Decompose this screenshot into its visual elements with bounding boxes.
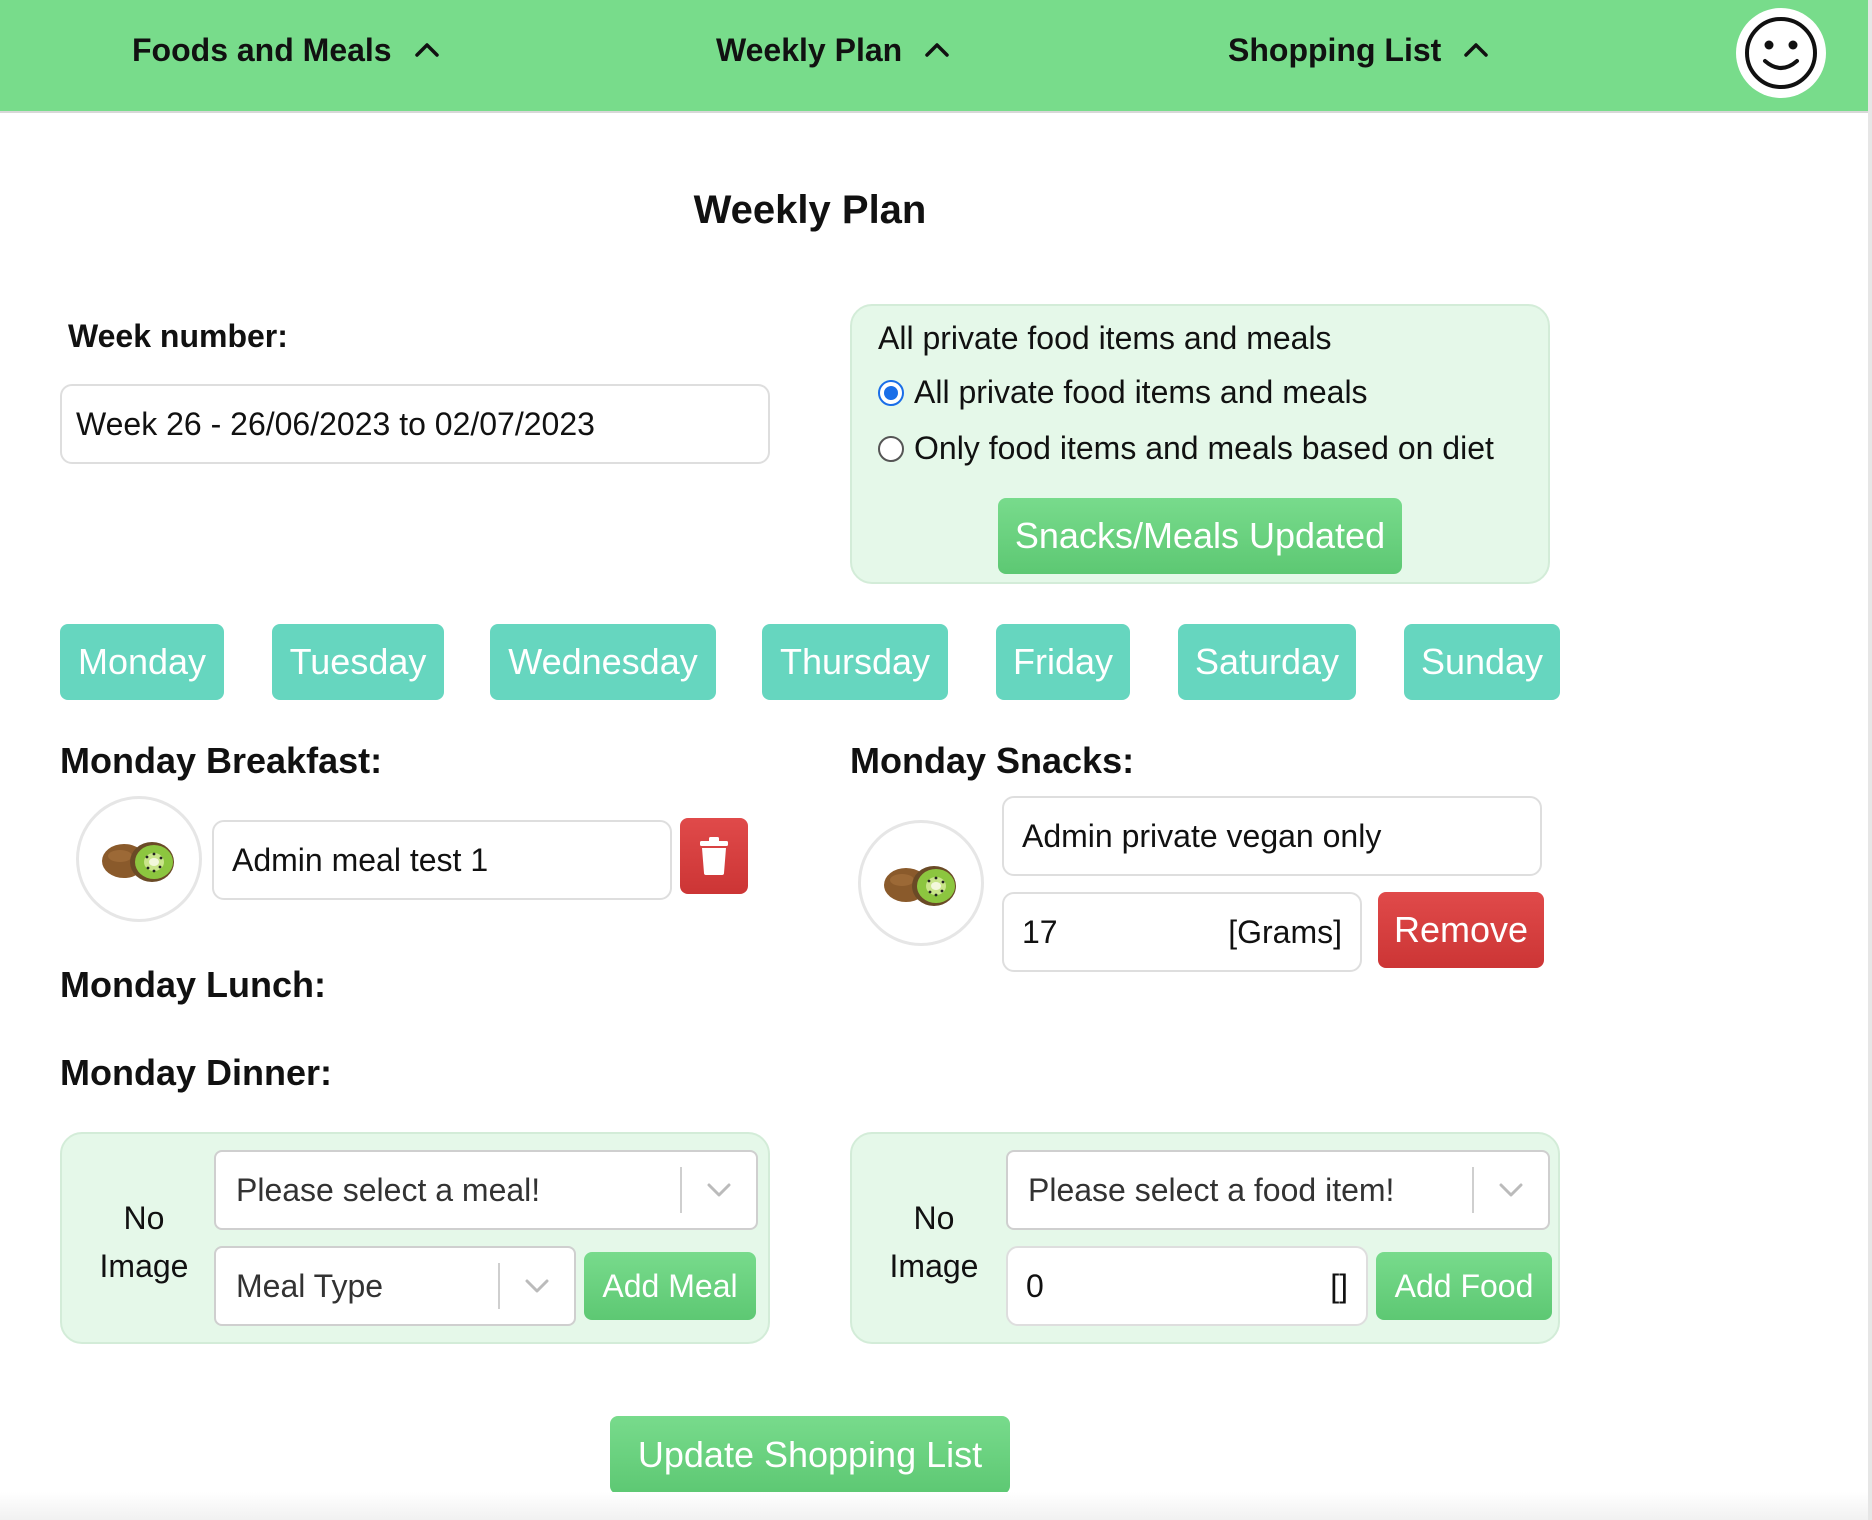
breakfast-item-field[interactable]: Admin meal test 1 bbox=[212, 820, 672, 900]
page-title: Weekly Plan bbox=[693, 188, 927, 232]
chevron-down-icon[interactable] bbox=[1474, 1183, 1548, 1197]
weekly-plan-page: Foods and Meals Weekly Plan Shopping Lis… bbox=[0, 0, 1872, 1520]
week-number-value: Week 26 - 26/06/2023 to 02/07/2023 bbox=[76, 405, 595, 442]
chevron-down-icon[interactable] bbox=[500, 1279, 574, 1293]
breakfast-item-image bbox=[76, 796, 202, 922]
trash-icon bbox=[700, 837, 728, 875]
meal-select-dropdown[interactable]: Please select a meal! bbox=[214, 1150, 758, 1230]
food-no-image-line2: Image bbox=[889, 1248, 979, 1284]
top-navigation-bar: Foods and Meals Weekly Plan Shopping Lis… bbox=[0, 0, 1870, 113]
meal-select-placeholder: Please select a meal! bbox=[236, 1171, 541, 1208]
filter-panel-title: All private food items and meals bbox=[878, 320, 1332, 356]
tab-saturday[interactable]: Saturday bbox=[1178, 624, 1356, 700]
lunch-heading: Monday Lunch: bbox=[60, 964, 326, 1005]
nav-weekly-plan-label: Weekly Plan bbox=[716, 31, 903, 68]
food-quantity-field[interactable]: 0 [] bbox=[1006, 1246, 1368, 1326]
food-quantity-unit: [] bbox=[1330, 1267, 1348, 1304]
food-filter-panel: All private food items and meals All pri… bbox=[850, 304, 1550, 584]
food-select-dropdown[interactable]: Please select a food item! bbox=[1006, 1150, 1550, 1230]
breakfast-delete-button[interactable] bbox=[680, 818, 748, 894]
radio-all-selected[interactable] bbox=[878, 379, 904, 406]
snack-quantity-value: 17 bbox=[1022, 913, 1058, 950]
meal-type-dropdown[interactable]: Meal Type bbox=[214, 1246, 576, 1326]
breakfast-heading: Monday Breakfast: bbox=[60, 740, 383, 781]
dinner-heading: Monday Dinner: bbox=[60, 1052, 333, 1093]
breakfast-item-name: Admin meal test 1 bbox=[232, 841, 489, 878]
chevron-down-icon[interactable] bbox=[682, 1183, 756, 1197]
meal-no-image-line2: Image bbox=[99, 1248, 189, 1284]
snack-item-name: Admin private vegan only bbox=[1022, 817, 1382, 854]
nav-weekly-plan[interactable]: Weekly Plan bbox=[716, 0, 950, 100]
tab-friday[interactable]: Friday bbox=[996, 624, 1130, 700]
food-no-image: No Image bbox=[874, 1194, 994, 1290]
add-meal-button[interactable]: Add Meal bbox=[584, 1252, 756, 1320]
add-food-panel: No Image Please select a food item! 0 []… bbox=[850, 1132, 1560, 1344]
kiwi-image bbox=[884, 866, 956, 906]
filter-option-all-label: All private food items and meals bbox=[914, 374, 1368, 410]
filter-option-diet[interactable]: Only food items and meals based on diet bbox=[878, 430, 1494, 467]
meal-type-placeholder: Meal Type bbox=[236, 1267, 384, 1304]
snack-quantity-field[interactable]: 17 [Grams] bbox=[1002, 892, 1362, 972]
user-avatar-button[interactable] bbox=[1736, 8, 1826, 98]
nav-shopping-list-label: Shopping List bbox=[1228, 31, 1442, 68]
snack-remove-button[interactable]: Remove bbox=[1378, 892, 1544, 968]
kiwi-image bbox=[102, 842, 174, 882]
tab-wednesday[interactable]: Wednesday bbox=[490, 624, 716, 700]
meal-no-image: No Image bbox=[84, 1194, 204, 1290]
add-food-button[interactable]: Add Food bbox=[1376, 1252, 1552, 1320]
week-number-label: Week number: bbox=[68, 318, 288, 354]
nav-foods-and-meals-label: Foods and Meals bbox=[132, 31, 392, 68]
snacks-meals-updated-button[interactable]: Snacks/Meals Updated bbox=[998, 498, 1402, 574]
food-quantity-value: 0 bbox=[1026, 1267, 1044, 1304]
food-select-placeholder: Please select a food item! bbox=[1028, 1171, 1395, 1208]
radio-diet[interactable] bbox=[878, 435, 904, 462]
tab-thursday[interactable]: Thursday bbox=[762, 624, 948, 700]
snack-item-image bbox=[858, 820, 984, 946]
chevron-up-icon bbox=[414, 42, 440, 58]
chevron-up-icon bbox=[924, 42, 950, 58]
tab-sunday[interactable]: Sunday bbox=[1404, 624, 1560, 700]
food-no-image-line1: No bbox=[913, 1200, 955, 1236]
nav-shopping-list[interactable]: Shopping List bbox=[1228, 0, 1489, 100]
update-shopping-list-button[interactable]: Update Shopping List bbox=[610, 1416, 1010, 1494]
add-meal-panel: No Image Please select a meal! Meal Type… bbox=[60, 1132, 770, 1344]
tab-tuesday[interactable]: Tuesday bbox=[272, 624, 444, 700]
tab-monday[interactable]: Monday bbox=[60, 624, 224, 700]
chevron-up-icon bbox=[1463, 42, 1489, 58]
filter-option-all[interactable]: All private food items and meals bbox=[878, 374, 1368, 411]
bottom-edge-shade bbox=[0, 1492, 1868, 1520]
snack-item-field[interactable]: Admin private vegan only bbox=[1002, 796, 1542, 876]
filter-option-diet-label: Only food items and meals based on diet bbox=[914, 430, 1494, 466]
nav-foods-and-meals[interactable]: Foods and Meals bbox=[132, 0, 440, 100]
page-scrollbar[interactable] bbox=[1868, 0, 1872, 1520]
meal-no-image-line1: No bbox=[123, 1200, 165, 1236]
week-number-field[interactable]: Week 26 - 26/06/2023 to 02/07/2023 bbox=[60, 384, 770, 464]
snacks-heading: Monday Snacks: bbox=[850, 740, 1135, 781]
snack-quantity-unit: [Grams] bbox=[1228, 913, 1342, 950]
smiley-face-icon bbox=[1745, 17, 1817, 89]
